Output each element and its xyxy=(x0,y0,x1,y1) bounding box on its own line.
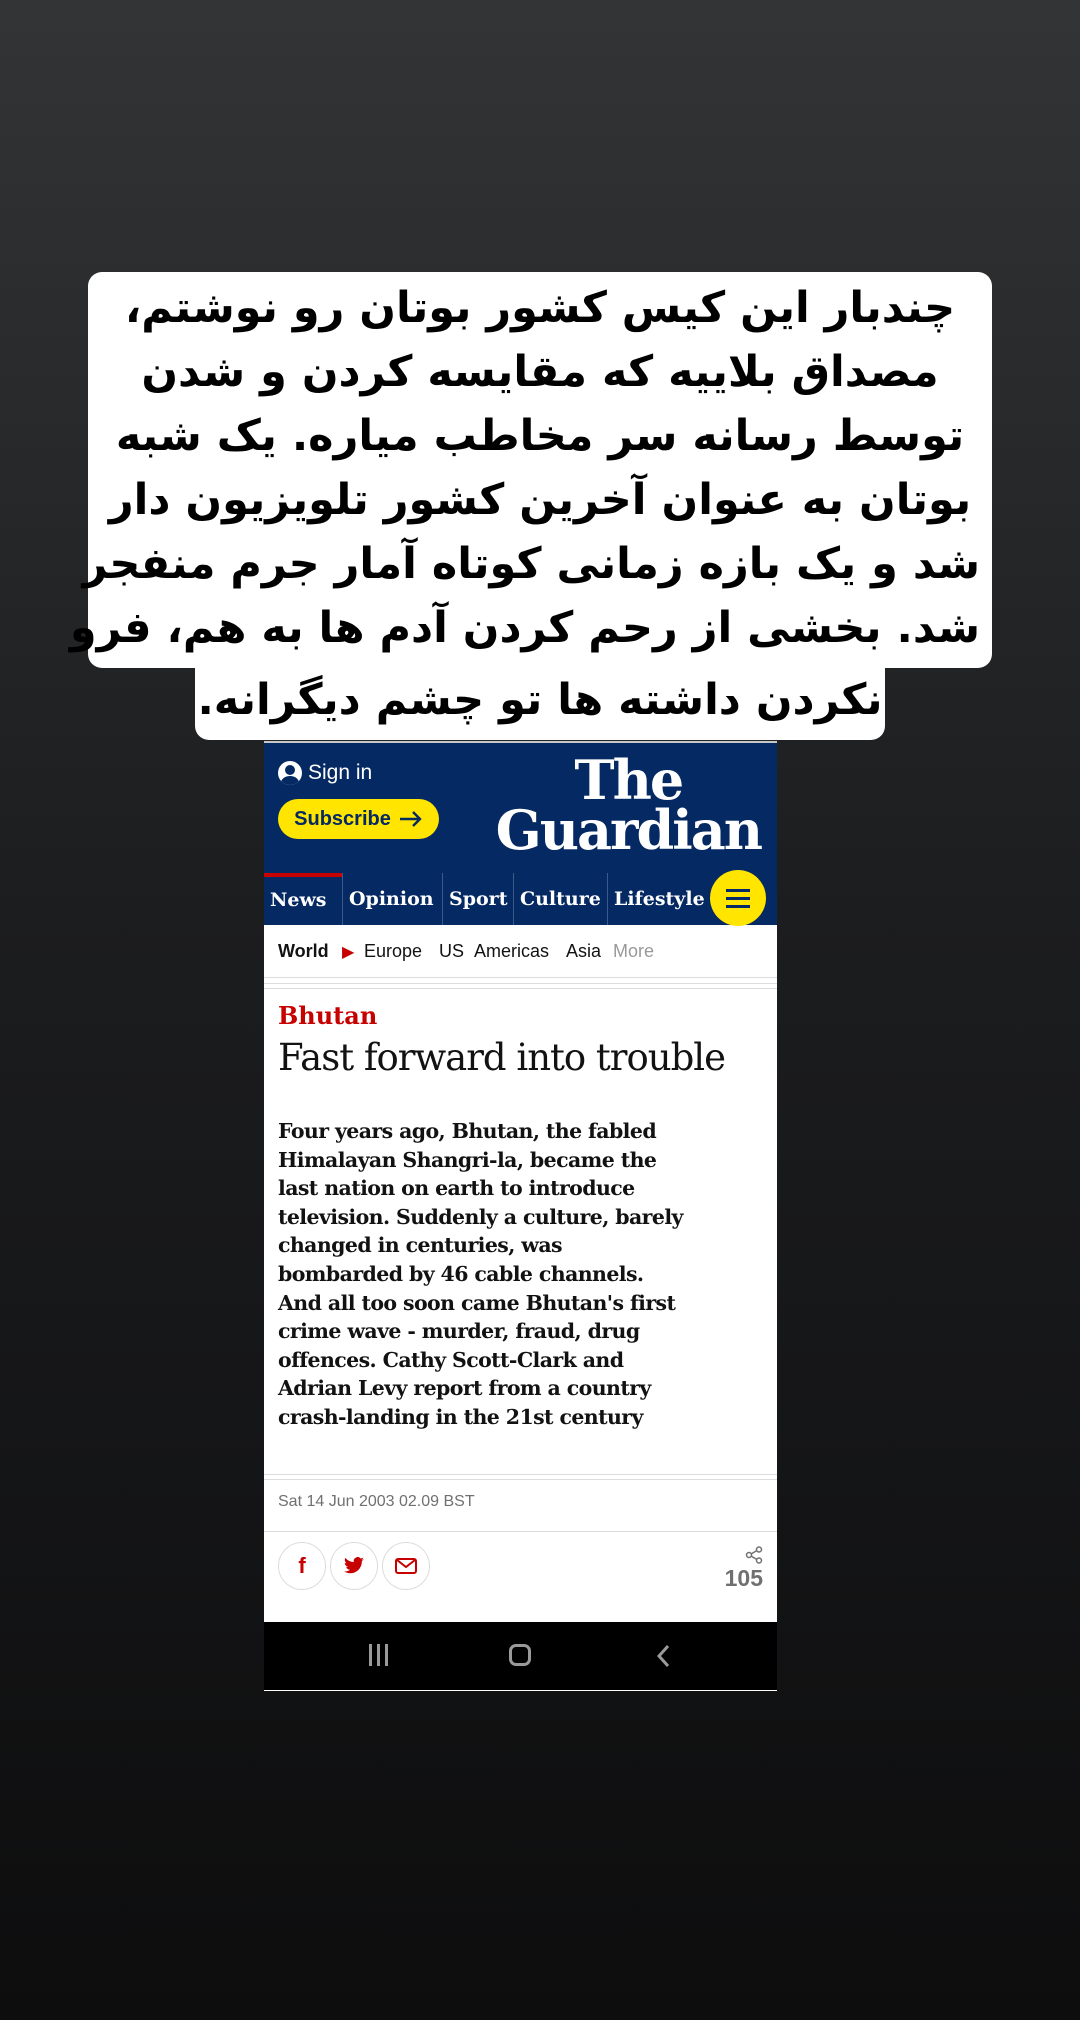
sign-in-link[interactable]: Sign in xyxy=(278,761,372,785)
subnav-more[interactable]: More xyxy=(613,941,654,962)
nav-news[interactable]: News xyxy=(264,873,342,925)
guardian-logo[interactable]: The Guardian xyxy=(495,753,763,862)
logo-line-2: Guardian xyxy=(495,798,763,862)
email-share-button[interactable] xyxy=(382,1542,430,1590)
arrow-right-icon xyxy=(399,811,422,827)
article-headline: Fast forward into trouble xyxy=(278,1036,726,1079)
nav-opinion[interactable]: Opinion xyxy=(342,873,442,925)
article-kicker[interactable]: Bhutan xyxy=(278,1001,377,1030)
subnav-world[interactable]: World xyxy=(278,941,329,962)
twitter-share-button[interactable] xyxy=(330,1542,378,1590)
caption-line-3: توسط رسانه سر مخاطب میاره. یک شبه xyxy=(115,411,965,461)
caption-box: چندبار این کیس کشور بوتان رو نوشتم، مصدا… xyxy=(69,272,992,668)
subscribe-label: Subscribe xyxy=(294,807,391,830)
system-nav-bar xyxy=(264,1622,777,1690)
sign-in-label: Sign in xyxy=(308,761,373,784)
subnav-us[interactable]: US xyxy=(439,941,464,962)
main-nav: News Opinion Sport Culture Lifestyle xyxy=(264,873,777,925)
user-icon xyxy=(278,761,302,785)
nav-culture[interactable]: Culture xyxy=(513,873,607,925)
caption-line-5: شد و یک بازه زمانی کوتاه آمار جرم منفجر xyxy=(82,539,980,589)
divider xyxy=(264,988,777,989)
article-date: Sat 14 Jun 2003 02.09 BST xyxy=(278,1493,475,1510)
caption-line-6: شد. بخشی از رحم کردن آدم ها به هم، فرو xyxy=(69,603,980,653)
recents-icon[interactable] xyxy=(367,1644,391,1668)
divider xyxy=(264,1531,777,1532)
triangle-right-icon: ▶ xyxy=(342,944,355,961)
share-count: 105 xyxy=(724,1565,763,1591)
caption-line-2: مصداق بلاییه که مقایسه کردن و شدن xyxy=(141,347,939,397)
nav-sport[interactable]: Sport xyxy=(442,873,513,925)
subnav-europe[interactable]: Europe xyxy=(364,941,422,962)
hamburger-icon[interactable] xyxy=(710,870,766,926)
sub-nav: World ▶ Europe US Americas Asia More xyxy=(264,925,777,978)
divider xyxy=(264,1474,777,1475)
caption-line-1: چندبار این کیس کشور بوتان رو نوشتم، xyxy=(124,283,956,333)
share-icon xyxy=(745,1546,763,1564)
site-header: Sign in Subscribe The Guardian xyxy=(264,741,777,875)
facebook-share-button[interactable]: f xyxy=(278,1542,326,1590)
article-standfirst: Four years ago, Bhutan, the fabled Himal… xyxy=(278,1119,683,1429)
email-icon xyxy=(395,1558,417,1574)
subnav-americas[interactable]: Americas xyxy=(474,941,549,962)
home-icon[interactable] xyxy=(509,1644,531,1666)
article-screenshot: Sign in Subscribe The Guardian News Opin… xyxy=(264,741,777,1691)
caption-line-7: نکردن داشته ها تو چشم دیگرانه. xyxy=(195,668,885,740)
subscribe-button[interactable]: Subscribe xyxy=(278,799,439,839)
divider xyxy=(264,1479,777,1480)
back-icon[interactable] xyxy=(656,1644,672,1668)
twitter-icon xyxy=(344,1557,364,1574)
facebook-icon: f xyxy=(298,1553,306,1578)
nav-lifestyle[interactable]: Lifestyle xyxy=(607,873,710,925)
subnav-asia[interactable]: Asia xyxy=(566,941,601,962)
caption-line-4: بوتان به عنوان آخرین کشور تلویزیون دار xyxy=(108,475,972,525)
divider xyxy=(264,983,777,984)
